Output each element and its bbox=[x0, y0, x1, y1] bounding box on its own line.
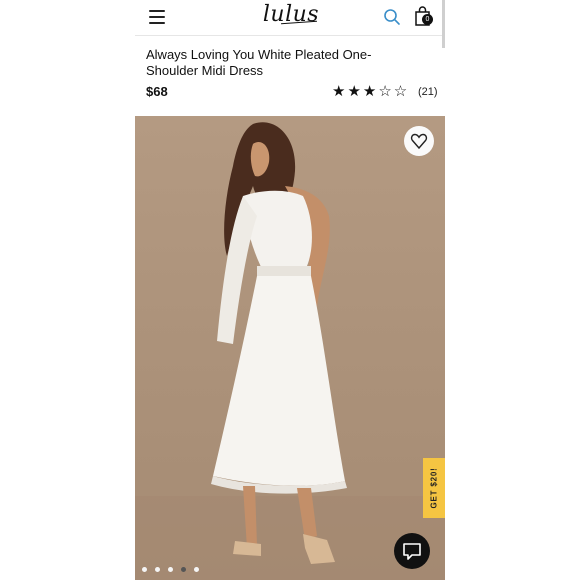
scrollbar[interactable] bbox=[442, 0, 445, 48]
pagination-dot[interactable] bbox=[194, 567, 199, 572]
product-price: $68 bbox=[146, 84, 168, 99]
product-image-gallery[interactable]: GET $20! bbox=[135, 116, 445, 580]
get-20-promo-tab[interactable]: GET $20! bbox=[423, 458, 445, 518]
pagination-dot[interactable] bbox=[142, 567, 147, 572]
chat-button[interactable] bbox=[394, 533, 430, 569]
review-count[interactable]: (21) bbox=[418, 86, 438, 98]
product-photo bbox=[135, 122, 445, 580]
promo-label: GET $20! bbox=[429, 467, 439, 509]
hamburger-menu-icon[interactable] bbox=[149, 10, 165, 24]
cart-count-badge: 0 bbox=[422, 14, 433, 25]
wishlist-button[interactable] bbox=[404, 126, 434, 156]
heart-icon bbox=[410, 133, 428, 150]
chat-bubble-icon bbox=[403, 543, 421, 560]
mobile-page: lulus 0 Always Loving You White Pleated … bbox=[135, 0, 445, 580]
pagination-dot[interactable] bbox=[168, 567, 173, 572]
top-navigation-bar: lulus 0 bbox=[135, 0, 445, 36]
product-title: Always Loving You White Pleated One-Shou… bbox=[146, 47, 372, 78]
pagination-dot[interactable] bbox=[155, 567, 160, 572]
star-rating[interactable]: ★★★☆☆ bbox=[332, 82, 409, 100]
search-icon[interactable] bbox=[383, 8, 401, 26]
lulus-logo[interactable]: lulus bbox=[261, 0, 321, 30]
pagination-dot-active[interactable] bbox=[181, 567, 186, 572]
